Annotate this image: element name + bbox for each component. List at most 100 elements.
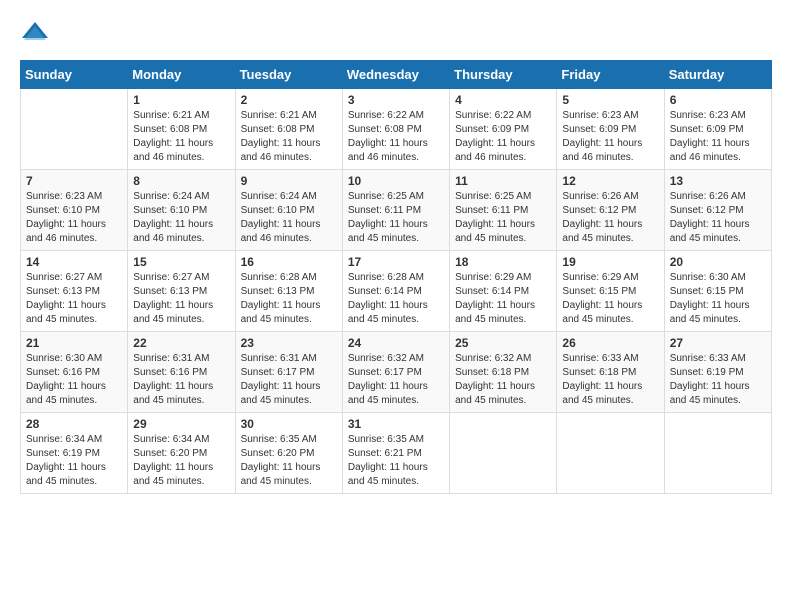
week-row-5: 28 Sunrise: 6:34 AMSunset: 6:19 PMDaylig…	[21, 413, 772, 494]
calendar-cell: 24 Sunrise: 6:32 AMSunset: 6:17 PMDaylig…	[342, 332, 449, 413]
day-number: 19	[562, 255, 658, 269]
calendar-cell: 1 Sunrise: 6:21 AMSunset: 6:08 PMDayligh…	[128, 89, 235, 170]
day-number: 3	[348, 93, 444, 107]
cell-info: Sunrise: 6:31 AMSunset: 6:17 PMDaylight:…	[241, 352, 337, 408]
cell-info: Sunrise: 6:21 AMSunset: 6:08 PMDaylight:…	[241, 109, 337, 165]
day-number: 27	[670, 336, 766, 350]
cell-info: Sunrise: 6:22 AMSunset: 6:09 PMDaylight:…	[455, 109, 551, 165]
col-header-tuesday: Tuesday	[235, 61, 342, 89]
day-number: 11	[455, 174, 551, 188]
day-number: 17	[348, 255, 444, 269]
cell-info: Sunrise: 6:34 AMSunset: 6:19 PMDaylight:…	[26, 433, 122, 489]
cell-info: Sunrise: 6:32 AMSunset: 6:17 PMDaylight:…	[348, 352, 444, 408]
col-header-wednesday: Wednesday	[342, 61, 449, 89]
calendar-cell	[557, 413, 664, 494]
calendar-cell: 12 Sunrise: 6:26 AMSunset: 6:12 PMDaylig…	[557, 170, 664, 251]
day-number: 5	[562, 93, 658, 107]
calendar-cell: 31 Sunrise: 6:35 AMSunset: 6:21 PMDaylig…	[342, 413, 449, 494]
cell-info: Sunrise: 6:33 AMSunset: 6:18 PMDaylight:…	[562, 352, 658, 408]
cell-info: Sunrise: 6:23 AMSunset: 6:09 PMDaylight:…	[670, 109, 766, 165]
week-row-2: 7 Sunrise: 6:23 AMSunset: 6:10 PMDayligh…	[21, 170, 772, 251]
logo	[20, 20, 54, 50]
calendar-cell: 28 Sunrise: 6:34 AMSunset: 6:19 PMDaylig…	[21, 413, 128, 494]
col-header-thursday: Thursday	[450, 61, 557, 89]
day-number: 15	[133, 255, 229, 269]
cell-info: Sunrise: 6:25 AMSunset: 6:11 PMDaylight:…	[348, 190, 444, 246]
calendar-cell: 15 Sunrise: 6:27 AMSunset: 6:13 PMDaylig…	[128, 251, 235, 332]
cell-info: Sunrise: 6:27 AMSunset: 6:13 PMDaylight:…	[26, 271, 122, 327]
week-row-4: 21 Sunrise: 6:30 AMSunset: 6:16 PMDaylig…	[21, 332, 772, 413]
week-row-1: 1 Sunrise: 6:21 AMSunset: 6:08 PMDayligh…	[21, 89, 772, 170]
day-number: 10	[348, 174, 444, 188]
calendar-cell: 23 Sunrise: 6:31 AMSunset: 6:17 PMDaylig…	[235, 332, 342, 413]
calendar-cell: 20 Sunrise: 6:30 AMSunset: 6:15 PMDaylig…	[664, 251, 771, 332]
calendar-cell: 21 Sunrise: 6:30 AMSunset: 6:16 PMDaylig…	[21, 332, 128, 413]
cell-info: Sunrise: 6:35 AMSunset: 6:21 PMDaylight:…	[348, 433, 444, 489]
calendar-cell: 22 Sunrise: 6:31 AMSunset: 6:16 PMDaylig…	[128, 332, 235, 413]
col-header-friday: Friday	[557, 61, 664, 89]
calendar-cell: 9 Sunrise: 6:24 AMSunset: 6:10 PMDayligh…	[235, 170, 342, 251]
cell-info: Sunrise: 6:28 AMSunset: 6:14 PMDaylight:…	[348, 271, 444, 327]
col-header-saturday: Saturday	[664, 61, 771, 89]
day-number: 14	[26, 255, 122, 269]
calendar-cell: 10 Sunrise: 6:25 AMSunset: 6:11 PMDaylig…	[342, 170, 449, 251]
cell-info: Sunrise: 6:32 AMSunset: 6:18 PMDaylight:…	[455, 352, 551, 408]
calendar-cell: 3 Sunrise: 6:22 AMSunset: 6:08 PMDayligh…	[342, 89, 449, 170]
cell-info: Sunrise: 6:22 AMSunset: 6:08 PMDaylight:…	[348, 109, 444, 165]
cell-info: Sunrise: 6:25 AMSunset: 6:11 PMDaylight:…	[455, 190, 551, 246]
calendar-cell: 7 Sunrise: 6:23 AMSunset: 6:10 PMDayligh…	[21, 170, 128, 251]
cell-info: Sunrise: 6:29 AMSunset: 6:15 PMDaylight:…	[562, 271, 658, 327]
calendar-cell: 27 Sunrise: 6:33 AMSunset: 6:19 PMDaylig…	[664, 332, 771, 413]
cell-info: Sunrise: 6:24 AMSunset: 6:10 PMDaylight:…	[133, 190, 229, 246]
week-row-3: 14 Sunrise: 6:27 AMSunset: 6:13 PMDaylig…	[21, 251, 772, 332]
day-number: 12	[562, 174, 658, 188]
calendar-table: SundayMondayTuesdayWednesdayThursdayFrid…	[20, 60, 772, 494]
day-number: 6	[670, 93, 766, 107]
calendar-cell: 16 Sunrise: 6:28 AMSunset: 6:13 PMDaylig…	[235, 251, 342, 332]
calendar-cell	[21, 89, 128, 170]
calendar-cell: 11 Sunrise: 6:25 AMSunset: 6:11 PMDaylig…	[450, 170, 557, 251]
calendar-cell: 19 Sunrise: 6:29 AMSunset: 6:15 PMDaylig…	[557, 251, 664, 332]
day-number: 22	[133, 336, 229, 350]
calendar-cell: 26 Sunrise: 6:33 AMSunset: 6:18 PMDaylig…	[557, 332, 664, 413]
col-header-monday: Monday	[128, 61, 235, 89]
day-number: 9	[241, 174, 337, 188]
calendar-cell: 4 Sunrise: 6:22 AMSunset: 6:09 PMDayligh…	[450, 89, 557, 170]
logo-icon	[20, 20, 50, 50]
calendar-cell: 6 Sunrise: 6:23 AMSunset: 6:09 PMDayligh…	[664, 89, 771, 170]
cell-info: Sunrise: 6:21 AMSunset: 6:08 PMDaylight:…	[133, 109, 229, 165]
day-number: 7	[26, 174, 122, 188]
calendar-cell	[664, 413, 771, 494]
calendar-cell: 5 Sunrise: 6:23 AMSunset: 6:09 PMDayligh…	[557, 89, 664, 170]
day-number: 26	[562, 336, 658, 350]
cell-info: Sunrise: 6:24 AMSunset: 6:10 PMDaylight:…	[241, 190, 337, 246]
cell-info: Sunrise: 6:28 AMSunset: 6:13 PMDaylight:…	[241, 271, 337, 327]
cell-info: Sunrise: 6:29 AMSunset: 6:14 PMDaylight:…	[455, 271, 551, 327]
day-number: 28	[26, 417, 122, 431]
calendar-cell: 13 Sunrise: 6:26 AMSunset: 6:12 PMDaylig…	[664, 170, 771, 251]
day-number: 20	[670, 255, 766, 269]
day-number: 2	[241, 93, 337, 107]
calendar-cell: 29 Sunrise: 6:34 AMSunset: 6:20 PMDaylig…	[128, 413, 235, 494]
cell-info: Sunrise: 6:23 AMSunset: 6:10 PMDaylight:…	[26, 190, 122, 246]
calendar-cell: 25 Sunrise: 6:32 AMSunset: 6:18 PMDaylig…	[450, 332, 557, 413]
calendar-cell	[450, 413, 557, 494]
day-number: 24	[348, 336, 444, 350]
cell-info: Sunrise: 6:26 AMSunset: 6:12 PMDaylight:…	[562, 190, 658, 246]
calendar-cell: 2 Sunrise: 6:21 AMSunset: 6:08 PMDayligh…	[235, 89, 342, 170]
calendar-cell: 17 Sunrise: 6:28 AMSunset: 6:14 PMDaylig…	[342, 251, 449, 332]
day-number: 18	[455, 255, 551, 269]
day-number: 30	[241, 417, 337, 431]
day-number: 23	[241, 336, 337, 350]
cell-info: Sunrise: 6:30 AMSunset: 6:16 PMDaylight:…	[26, 352, 122, 408]
cell-info: Sunrise: 6:35 AMSunset: 6:20 PMDaylight:…	[241, 433, 337, 489]
cell-info: Sunrise: 6:31 AMSunset: 6:16 PMDaylight:…	[133, 352, 229, 408]
day-number: 29	[133, 417, 229, 431]
day-number: 25	[455, 336, 551, 350]
day-number: 8	[133, 174, 229, 188]
day-number: 16	[241, 255, 337, 269]
calendar-header-row: SundayMondayTuesdayWednesdayThursdayFrid…	[21, 61, 772, 89]
day-number: 4	[455, 93, 551, 107]
cell-info: Sunrise: 6:30 AMSunset: 6:15 PMDaylight:…	[670, 271, 766, 327]
cell-info: Sunrise: 6:27 AMSunset: 6:13 PMDaylight:…	[133, 271, 229, 327]
